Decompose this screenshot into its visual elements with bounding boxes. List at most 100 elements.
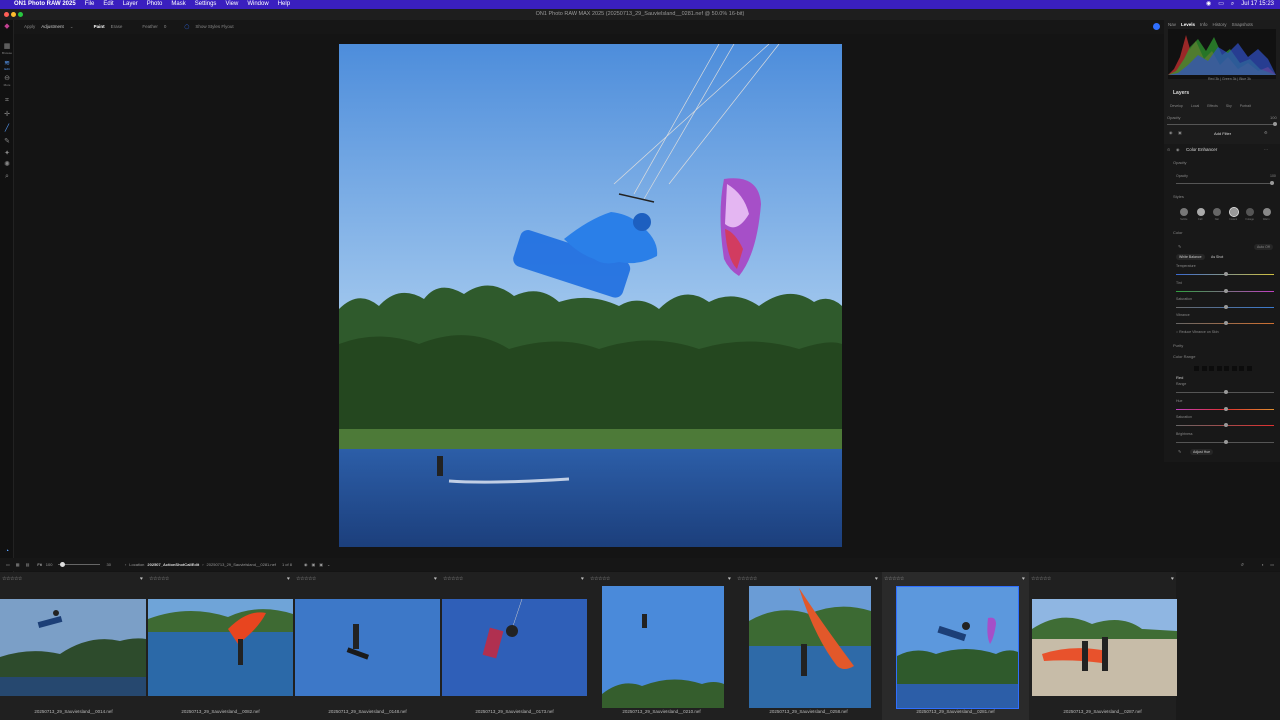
thumbnail-0210[interactable]: ☆☆☆☆☆ ♥ 20250713_29_SauvieIsland__0210.n…	[588, 572, 735, 720]
retouch-icon[interactable]: ✦	[3, 150, 11, 157]
filter-toggle-icon[interactable]: ⊙	[1167, 147, 1170, 152]
eyedropper-icon[interactable]: ✎	[1178, 244, 1181, 249]
gear-icon[interactable]: ⚙	[1264, 130, 1268, 135]
thumbnail-0082[interactable]: ☆☆☆☆☆ ♥ 20250713_29_SauvieIsland__0082.n…	[147, 572, 294, 720]
swatch-aqua[interactable]	[1224, 366, 1229, 371]
vibrance-slider[interactable]	[1176, 321, 1274, 325]
heart-icon[interactable]: ♥	[581, 576, 584, 582]
menu-layer[interactable]: Layer	[123, 0, 138, 9]
star-rating[interactable]: ☆☆☆☆☆	[296, 576, 316, 582]
swatch-blue[interactable]	[1231, 366, 1237, 371]
style-foliage[interactable]	[1246, 208, 1254, 216]
menu-mask[interactable]: Mask	[171, 0, 185, 9]
swatch-orange[interactable]	[1201, 366, 1207, 371]
apply-dropdown[interactable]: Adjustment	[41, 20, 64, 34]
thumbnail-0287[interactable]: ☆☆☆☆☆ ♥ 20250713_29_SauvieIsland__0287.n…	[1029, 572, 1177, 720]
menu-help[interactable]: Help	[278, 0, 290, 9]
temperature-slider[interactable]	[1176, 272, 1274, 276]
heart-icon[interactable]: ♥	[287, 576, 290, 582]
heart-icon[interactable]: ♥	[1022, 576, 1025, 582]
grid-view-icon[interactable]: ▦	[16, 558, 20, 571]
clock[interactable]: Jul 17 15:23	[1241, 0, 1274, 9]
filter-menu-icon[interactable]: ⋯	[1264, 147, 1268, 152]
preview-eye-icon[interactable]: ◉	[304, 558, 308, 571]
swatch-green[interactable]	[1216, 366, 1222, 371]
white-balance-dropdown[interactable]: As Shot	[1211, 255, 1223, 259]
browse-icon[interactable]: ▦	[3, 43, 11, 50]
zoom-window-button[interactable]	[18, 12, 23, 17]
tab-history[interactable]: History	[1213, 22, 1227, 27]
heart-icon[interactable]: ♥	[875, 576, 878, 582]
fit-button[interactable]: Fit	[37, 558, 41, 571]
eye-icon[interactable]: ◉	[1169, 130, 1173, 135]
saturation-slider[interactable]	[1176, 305, 1274, 309]
adjust-hue-dropdown[interactable]: Adjust Hue	[1190, 449, 1214, 455]
style-nat[interactable]	[1213, 208, 1221, 216]
star-rating[interactable]: ☆☆☆☆☆	[590, 576, 610, 582]
style-instant[interactable]	[1228, 207, 1239, 217]
add-filter-button[interactable]: Add Filter	[1214, 131, 1231, 136]
menu-edit[interactable]: Edit	[103, 0, 113, 9]
filmstrip-view-icon[interactable]: ▤	[26, 558, 30, 571]
compare-toggle-icon[interactable]: ◐	[1262, 558, 1264, 571]
filter-eye-icon[interactable]: ◉	[1176, 147, 1180, 152]
menu-app[interactable]: ON1 Photo RAW 2025	[14, 0, 76, 9]
star-rating[interactable]: ☆☆☆☆☆	[443, 576, 463, 582]
erase-button[interactable]: Erase	[111, 20, 123, 34]
zoom-pct[interactable]: 100	[46, 558, 53, 571]
filter-opacity-slider[interactable]	[1176, 181, 1274, 185]
transform-icon[interactable]: ✛	[3, 111, 11, 118]
tab-snapshots[interactable]: Snapshots	[1232, 22, 1253, 27]
minimize-window-button[interactable]	[11, 12, 16, 17]
wifi-icon[interactable]: ◉	[1206, 0, 1211, 9]
tab-sky[interactable]: Sky	[1226, 104, 1232, 108]
photo-canvas[interactable]	[339, 44, 842, 547]
star-rating[interactable]: ☆☆☆☆☆	[1031, 576, 1051, 582]
thumbnail-size-slider[interactable]	[58, 562, 101, 567]
menu-settings[interactable]: Settings	[195, 0, 217, 9]
toggle-icon[interactable]: ◯	[184, 20, 189, 34]
paint-button[interactable]: Paint	[94, 20, 105, 34]
styles-flyout-toggle[interactable]: Show Styles Flyout	[195, 20, 233, 34]
thumbnail-0148[interactable]: ☆☆☆☆☆ ♥ 20250713_29_SauvieIsland__0148.n…	[294, 572, 441, 720]
style-fall[interactable]	[1196, 208, 1205, 216]
edit-icon[interactable]: ≋	[3, 60, 11, 67]
chevron-down-icon[interactable]: ⌄	[327, 558, 330, 571]
help-icon[interactable]	[1153, 23, 1160, 30]
menu-window[interactable]: Window	[247, 0, 268, 9]
star-rating[interactable]: ☆☆☆☆☆	[149, 576, 169, 582]
close-window-button[interactable]	[4, 12, 9, 17]
feather-value[interactable]: 0	[164, 20, 167, 34]
heart-icon[interactable]: ♥	[728, 576, 731, 582]
clone-icon[interactable]: ✺	[3, 161, 11, 168]
swatch-purple[interactable]	[1239, 366, 1244, 371]
brightness-slider[interactable]	[1176, 440, 1274, 444]
sidebar-toggle-icon[interactable]: ▭	[1270, 558, 1274, 571]
before-after-icon[interactable]: ▣	[319, 558, 323, 571]
brush-icon[interactable]: ╱	[3, 125, 11, 132]
star-rating[interactable]: ☆☆☆☆☆	[737, 576, 757, 582]
star-rating[interactable]: ☆☆☆☆☆	[2, 576, 22, 582]
tab-local[interactable]: Local	[1191, 104, 1199, 108]
menu-view[interactable]: View	[225, 0, 238, 9]
tab-levels[interactable]: Levels	[1181, 22, 1195, 27]
thumbnail-0258[interactable]: ☆☆☆☆☆ ♥ 20250713_29_SauvieIsland__0258.n…	[735, 572, 882, 720]
swatch-yellow[interactable]	[1209, 366, 1214, 371]
heart-icon[interactable]: ♥	[434, 576, 437, 582]
location-path[interactable]: 202507_ActionShotCallEdit	[147, 558, 199, 571]
compare-icon[interactable]: ▣	[311, 558, 315, 571]
reset-icon[interactable]: ↺	[1240, 558, 1243, 571]
auto-off-button[interactable]: Auto Off	[1254, 244, 1273, 250]
hue-picker-icon[interactable]: ✎	[1178, 449, 1181, 454]
range-saturation-slider[interactable]	[1176, 423, 1274, 427]
thumbnail-0173[interactable]: ☆☆☆☆☆ ♥ 20250713_29_SauvieIsland__0173.n…	[441, 572, 588, 720]
layer-thumb-icon[interactable]: ▣	[1178, 130, 1182, 135]
battery-icon[interactable]: ▭	[1218, 0, 1224, 9]
crop-icon[interactable]: ⌗	[3, 97, 11, 104]
thumbnail-0281[interactable]: ☆☆☆☆☆ ♥ 20250713_29_SauvieIsland__0281.n…	[882, 572, 1029, 720]
tint-slider[interactable]	[1176, 289, 1274, 293]
range-slider[interactable]	[1176, 390, 1274, 394]
panel-toggle-icon[interactable]: ▭	[6, 558, 10, 571]
style-warm[interactable]	[1262, 208, 1271, 216]
zoom-icon[interactable]: ⌕	[3, 173, 11, 180]
